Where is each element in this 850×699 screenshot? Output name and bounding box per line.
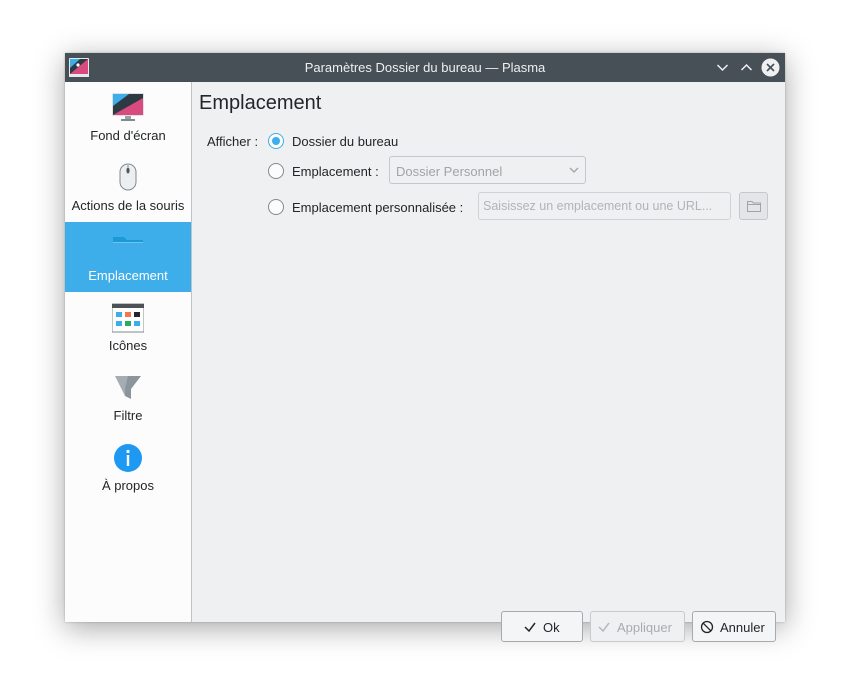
ok-button-label: Ok: [543, 620, 560, 635]
window-title: Paramètres Dossier du bureau — Plasma: [304, 60, 546, 75]
icons-view-icon: [111, 302, 145, 334]
cancel-icon: [700, 620, 714, 634]
checkmark-icon: [524, 622, 536, 633]
title-bar[interactable]: Paramètres Dossier du bureau — Plasma: [65, 53, 785, 82]
content-area: Emplacement Afficher : Dossier du bureau…: [192, 82, 785, 642]
radio-custom-location-label[interactable]: Emplacement personnalisée :: [292, 200, 463, 215]
radio-desktop-folder[interactable]: [268, 133, 284, 149]
apply-button[interactable]: Appliquer: [590, 611, 685, 642]
radio-desktop-folder-label[interactable]: Dossier du bureau: [292, 134, 398, 149]
location-combo[interactable]: Dossier Personnel: [389, 156, 586, 184]
filter-icon: [112, 372, 144, 404]
sidebar-item-label: À propos: [101, 478, 155, 493]
chevron-up-icon: [740, 63, 753, 71]
checkmark-icon: [598, 622, 610, 633]
sidebar-item-label: Fond d'écran: [90, 128, 166, 143]
sidebar-item-label: Actions de la souris: [71, 198, 185, 213]
browse-button[interactable]: [739, 192, 768, 220]
folder-icon: [747, 201, 761, 212]
apply-button-label: Appliquer: [617, 620, 672, 635]
radio-location[interactable]: [268, 163, 284, 179]
info-icon: [112, 442, 144, 474]
sidebar-item-label: Filtre: [113, 408, 143, 423]
wallpaper-icon: [112, 92, 144, 124]
chevron-down-icon: [569, 167, 579, 173]
folder-icon: [112, 232, 144, 264]
mouse-icon: [112, 162, 144, 194]
location-combo-value: Dossier Personnel: [396, 164, 503, 179]
cancel-button[interactable]: Annuler: [692, 611, 776, 642]
sidebar-item-wallpaper[interactable]: Fond d'écran: [65, 82, 191, 152]
page-title: Emplacement: [199, 92, 322, 114]
sidebar-item-label: Icônes: [108, 338, 148, 353]
sidebar-item-icons[interactable]: Icônes: [65, 292, 191, 362]
custom-url-input[interactable]: Saisissez un emplacement ou une URL...: [478, 192, 731, 220]
settings-dialog: Paramètres Dossier du bureau — Plasma Fo…: [65, 53, 785, 642]
show-label: Afficher :: [207, 134, 259, 149]
sidebar-item-location[interactable]: Emplacement: [65, 222, 191, 292]
sidebar-item-mouse-actions[interactable]: Actions de la souris: [65, 152, 191, 222]
maximize-button[interactable]: [737, 58, 756, 77]
sidebar: Fond d'écran Actions de la souris Emplac…: [65, 82, 192, 622]
radio-custom-location[interactable]: [268, 199, 284, 215]
minimize-button[interactable]: [713, 58, 732, 77]
chevron-down-icon: [716, 64, 729, 72]
radio-location-label[interactable]: Emplacement :: [292, 164, 379, 179]
ok-button[interactable]: Ok: [501, 611, 583, 642]
sidebar-item-about[interactable]: À propos: [65, 432, 191, 502]
close-icon: [761, 58, 780, 77]
cancel-button-label: Annuler: [720, 620, 765, 635]
sidebar-item-filter[interactable]: Filtre: [65, 362, 191, 432]
close-button[interactable]: [761, 58, 780, 77]
sidebar-item-label: Emplacement: [88, 268, 168, 283]
